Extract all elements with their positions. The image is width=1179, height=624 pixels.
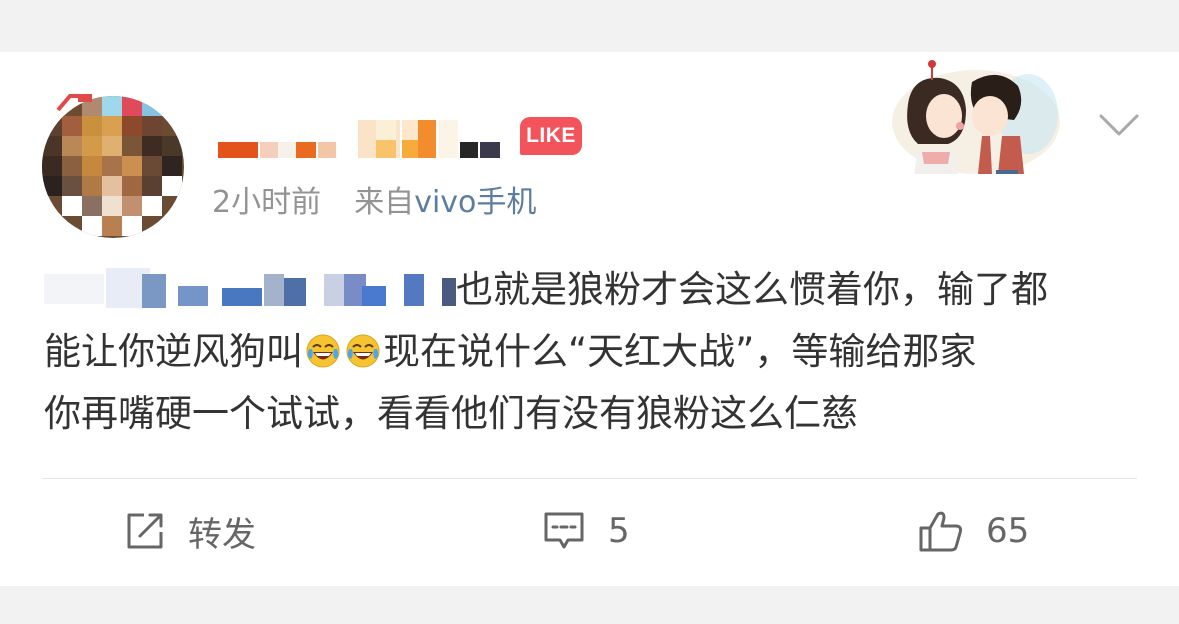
post-line-3: 你再嘴硬一个试试，看看他们有没有狼粉这么仁慈 [44, 383, 1144, 445]
source-prefix: 来自 [354, 185, 415, 220]
post-text-line-3: 你再嘴硬一个试试，看看他们有没有狼粉这么仁慈 [44, 392, 858, 435]
laughing-crying-emoji-icon [346, 334, 380, 368]
chevron-down-icon [1099, 114, 1139, 136]
post-line-1: 也就是狼粉才会这么惯着你，输了都 [44, 259, 1144, 321]
weibo-feed: LIKE 2小时前 来自vivo手机 也就是狼粉才会这么惯着你，输了都 能让你逆… [0, 0, 1179, 624]
thumbs-up-icon [919, 511, 963, 552]
post-time: 2小时前 [212, 185, 322, 220]
post-text-line-1: 也就是狼粉才会这么惯着你，输了都 [456, 268, 1048, 311]
comment-count: 5 [608, 511, 630, 551]
more-options-button[interactable] [1098, 110, 1140, 140]
decorative-sticker [878, 52, 1068, 174]
redacted-mention [44, 268, 456, 308]
post-content: 也就是狼粉才会这么惯着你，输了都 能让你逆风狗叫 现在说什么“天红大战”，等输给… [44, 259, 1144, 445]
divider [42, 478, 1137, 479]
avatar-accent-icon [56, 94, 92, 112]
like-count: 65 [986, 511, 1030, 551]
post-meta: 2小时前 来自vivo手机 [212, 183, 536, 223]
comment-button[interactable]: 5 [542, 503, 630, 559]
repost-button[interactable]: 转发 [124, 503, 256, 559]
post-text-line-2a: 能让你逆风狗叫 [44, 330, 303, 373]
post-text-line-2b: 现在说什么“天红大战”，等输给那家 [383, 330, 977, 373]
repost-label: 转发 [188, 514, 256, 555]
like-button[interactable]: 65 [918, 503, 1029, 559]
repost-icon [127, 513, 163, 549]
username[interactable] [218, 120, 518, 160]
comment-icon [544, 512, 584, 549]
laughing-crying-emoji-icon [306, 334, 340, 368]
post-line-2: 能让你逆风狗叫 现在说什么“天红大战”，等输给那家 [44, 321, 1144, 383]
source-device[interactable]: vivo手机 [414, 185, 536, 220]
like-badge: LIKE [520, 117, 582, 155]
avatar[interactable] [42, 96, 184, 238]
